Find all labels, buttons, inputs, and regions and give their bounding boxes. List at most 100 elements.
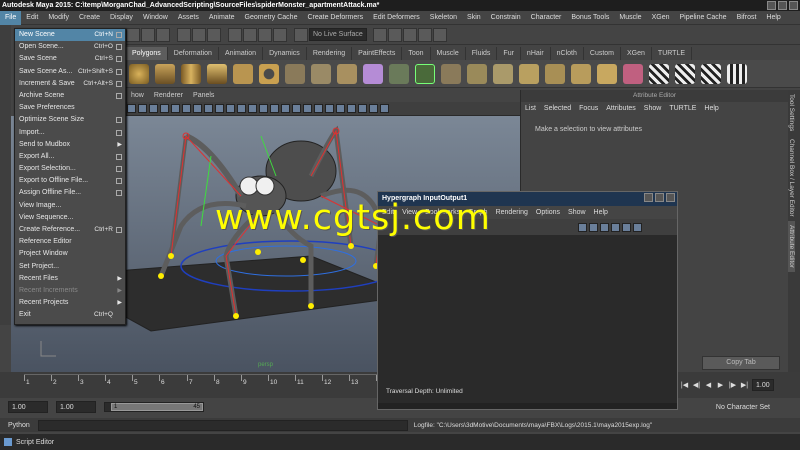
resolution-gate-icon[interactable] — [193, 104, 202, 113]
file-menu-item-recent-projects[interactable]: Recent Projects ▶ — [15, 297, 125, 309]
poly-cube-icon[interactable] — [155, 63, 175, 84]
hypergraph-menu-show[interactable]: Show — [564, 206, 590, 219]
bookmark-icon[interactable] — [149, 104, 158, 113]
side-tab-attribute-editor[interactable]: Attribute Editor — [788, 220, 795, 272]
render-view-icon[interactable] — [372, 27, 387, 42]
menu-modify[interactable]: Modify — [43, 11, 74, 25]
menu-display[interactable]: Display — [105, 11, 138, 25]
file-menu-item-open-scene[interactable]: Open Scene... Ctrl+O — [15, 41, 125, 53]
side-tab-channel-box-layer-editor[interactable]: Channel Box / Layer Editor — [788, 135, 795, 221]
play-back-icon[interactable]: ◀ — [704, 381, 713, 390]
attr-menu-help[interactable]: Help — [700, 102, 722, 116]
combine-icon[interactable] — [285, 63, 305, 84]
attr-menu-focus[interactable]: Focus — [575, 102, 602, 116]
shelf-tab-fluids[interactable]: Fluids — [466, 46, 498, 60]
poly-sphere-icon[interactable] — [129, 63, 149, 84]
shelf-tab-xgen[interactable]: XGen — [621, 46, 652, 60]
menu-assets[interactable]: Assets — [173, 11, 204, 25]
range-slider-handle[interactable]: 1 45 — [111, 403, 203, 411]
menu-edit-deformers[interactable]: Edit Deformers — [368, 11, 425, 25]
hg-options-icon[interactable] — [633, 222, 642, 232]
select-component-icon[interactable] — [207, 27, 221, 42]
menu-character[interactable]: Character — [526, 11, 567, 25]
planar-map-icon[interactable] — [649, 63, 669, 84]
shelf-tab-deformation[interactable]: Deformation — [168, 46, 219, 60]
start-time-field[interactable]: 1.00 — [8, 401, 48, 413]
poly-plane-icon[interactable] — [233, 63, 253, 84]
menu-skin[interactable]: Skin — [462, 11, 486, 25]
merge-icon[interactable] — [571, 63, 591, 84]
menu-window[interactable]: Window — [138, 11, 173, 25]
file-menu-item-save-scene-as[interactable]: Save Scene As... Ctrl+Shift+S — [15, 66, 125, 78]
file-menu-item-exit[interactable]: Exit Ctrl+Q — [15, 309, 125, 321]
film-gate-icon[interactable] — [182, 104, 191, 113]
attr-menu-show[interactable]: Show — [640, 102, 666, 116]
lights-icon[interactable] — [281, 104, 290, 113]
menu-skeleton[interactable]: Skeleton — [425, 11, 462, 25]
select-hierarchy-icon[interactable] — [177, 27, 191, 42]
hypershade-icon[interactable] — [432, 27, 447, 42]
playback-start-field[interactable]: 1.00 — [56, 401, 96, 413]
hypergraph-menu-rendering[interactable]: Rendering — [492, 206, 532, 219]
motion-blur-icon[interactable] — [358, 104, 367, 113]
hypergraph-menu-help[interactable]: Help — [590, 206, 612, 219]
file-menu-item-project-window[interactable]: Project Window — [15, 248, 125, 260]
shelf-tab-custom[interactable]: Custom — [584, 46, 622, 60]
poly-cylinder-icon[interactable] — [181, 63, 201, 84]
file-menu-item-archive-scene[interactable]: Archive Scene — [15, 90, 125, 102]
hg-graph-down-icon[interactable] — [622, 222, 631, 232]
wireframe-icon[interactable] — [237, 104, 246, 113]
file-menu-item-new-scene[interactable]: New Scene Ctrl+N — [15, 29, 125, 42]
option-box-icon[interactable] — [116, 80, 122, 87]
cylindrical-map-icon[interactable] — [675, 63, 695, 84]
option-box-icon[interactable] — [116, 129, 122, 136]
file-menu-item-save-preferences[interactable]: Save Preferences — [15, 102, 125, 114]
shelf-tab-turtle[interactable]: TURTLE — [652, 46, 693, 60]
depth-of-field-icon[interactable] — [380, 104, 389, 113]
option-box-icon[interactable] — [116, 166, 122, 173]
file-menu-item-export-to-offline-file[interactable]: Export to Offline File... — [15, 175, 125, 187]
viewport-menu-renderer[interactable]: Renderer — [149, 90, 188, 102]
snap-grid-icon[interactable] — [228, 27, 242, 42]
menu-geometry-cache[interactable]: Geometry Cache — [240, 11, 303, 25]
append-polygon-icon[interactable] — [467, 63, 487, 84]
hypergraph-minimize-button[interactable] — [644, 193, 653, 202]
safe-action-icon[interactable] — [226, 104, 235, 113]
camera-icon[interactable] — [127, 104, 136, 113]
isolate-select-icon[interactable] — [303, 104, 312, 113]
viewport-menu-how[interactable]: how — [126, 90, 149, 102]
field-chart-icon[interactable] — [215, 104, 224, 113]
snap-surface-icon[interactable] — [273, 27, 287, 42]
shadows-icon[interactable] — [292, 104, 301, 113]
ssao-icon[interactable] — [347, 104, 356, 113]
file-menu-item-optimize-scene-size[interactable]: Optimize Scene Size — [15, 114, 125, 126]
viewport-menu-panels[interactable]: Panels — [188, 90, 219, 102]
attr-menu-turtle[interactable]: TURTLE — [665, 102, 700, 116]
menu-help[interactable]: Help — [761, 11, 785, 25]
option-box-icon[interactable] — [116, 92, 122, 99]
hypergraph-close-button[interactable] — [666, 193, 675, 202]
render-icon[interactable] — [387, 27, 402, 42]
option-box-icon[interactable] — [116, 56, 122, 63]
extrude-icon[interactable] — [415, 63, 435, 84]
step-back-icon[interactable]: ◀| — [692, 381, 701, 390]
file-menu-item-view-image[interactable]: View Image... — [15, 200, 125, 212]
go-to-start-icon[interactable]: |◀ — [680, 381, 689, 390]
play-forward-icon[interactable]: ▶ — [716, 381, 725, 390]
file-menu-item-recent-files[interactable]: Recent Files ▶ — [15, 273, 125, 285]
smooth-icon[interactable] — [363, 63, 383, 84]
file-menu-item-view-sequence[interactable]: View Sequence... — [15, 212, 125, 224]
poly-cone-icon[interactable] — [207, 63, 227, 84]
spherical-map-icon[interactable] — [701, 63, 721, 84]
character-set-label[interactable]: No Character Set — [716, 404, 770, 411]
select-object-icon[interactable] — [192, 27, 206, 42]
option-box-icon[interactable] — [116, 178, 122, 185]
side-tab-tool-settings[interactable]: Tool Settings — [788, 90, 795, 135]
shelf-tab-animation[interactable]: Animation — [219, 46, 264, 60]
option-box-icon[interactable] — [116, 32, 122, 38]
live-surface-icon[interactable] — [294, 27, 308, 42]
shelf-tab-painteffects[interactable]: PaintEffects — [352, 46, 403, 60]
shelf-tab-ncloth[interactable]: nCloth — [551, 46, 584, 60]
file-menu-item-import[interactable]: Import... — [15, 127, 125, 139]
backface-culling-icon[interactable] — [336, 104, 345, 113]
